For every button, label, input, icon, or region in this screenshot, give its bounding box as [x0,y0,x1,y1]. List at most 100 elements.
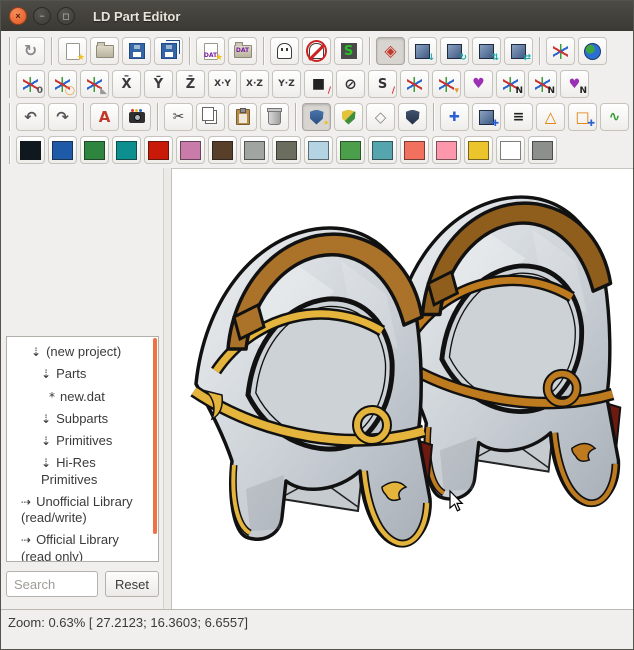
palette-12-salmon-button[interactable] [400,136,429,164]
tree-item[interactable]: ⇣ Parts [7,363,156,385]
move-mode-button[interactable]: ↓ [408,37,437,65]
select-wireframe-button[interactable]: ◇ [366,103,395,131]
manipulator-face-n-button[interactable]: ♥ N [560,70,589,98]
cut-button[interactable]: ✂ [164,103,193,131]
add-vertex-button[interactable]: ✚ [440,103,469,131]
palette-13-pink-button[interactable] [432,136,461,164]
palette-6-brown-button[interactable] [208,136,237,164]
tree-item[interactable]: ⇣ Subparts [7,408,156,430]
tree-item-label: Official Library (read only) [21,532,119,562]
hide-ghost-button[interactable] [302,37,331,65]
manipulator-z-icon: Z̄ [185,76,196,92]
select-filter-button[interactable]: • [302,103,331,131]
reset-button[interactable]: Reset [105,571,159,597]
tree-item[interactable]: ⇣ Hi-Res Primitives [7,452,156,491]
sidebar-splitter[interactable] [164,168,172,609]
palette-16-main-gray-button[interactable] [528,136,557,164]
manipulator-to-surface-button[interactable]: ◣ [80,70,109,98]
add-subfile-button[interactable]: ✚ [472,103,501,131]
tree-item[interactable]: ⇢ Official Library (read only) [7,529,156,562]
manipulator-subfile-button[interactable]: S / [368,70,397,98]
redo-button[interactable]: ↷ [48,103,77,131]
rotate-mode-button[interactable]: ↻ [440,37,469,65]
manipulator-edge-button[interactable]: ▾ [432,70,461,98]
palette-11-turquoise-button[interactable] [368,136,397,164]
toolbar-row-manipulator: 0 ◯ ◣ X̄ Ȳ Z̄ X·Y X·Z Y·Z ■ / ⊘ S / ▾ ♥ N N ♥ N [1,67,633,100]
manipulator-vertex-button[interactable] [400,70,429,98]
search-input[interactable] [6,571,99,597]
manipulator-yz-button[interactable]: Y·Z [272,70,301,98]
manipulator-y-button[interactable]: Ȳ [144,70,173,98]
open-dat-file-button[interactable]: DAT [228,37,257,65]
palette-0-black-button[interactable] [16,136,45,164]
manipulator-yz-icon: Y·Z [278,78,295,89]
add-condline-button[interactable]: ∿ [600,103,629,131]
statusbar: Zoom: 0.63% [ 27.2123; 16.3603; 6.6557] [1,609,633,634]
sync-button[interactable]: ↻ [16,37,45,65]
manipulator-to-origin-button[interactable]: 0 [16,70,45,98]
palette-10-bright-green-button[interactable] [336,136,365,164]
select-solid-button[interactable] [398,103,427,131]
palette-15-white-button[interactable] [496,136,525,164]
tree-item[interactable]: * new.dat [7,386,156,408]
tree-collapsed-icon: ⇢ [21,494,32,509]
open-dat-file-icon: DAT [233,41,252,58]
tree-item[interactable]: ⇣ (new project) [7,341,156,363]
add-triangle-button[interactable]: △ [536,103,565,131]
select-mode-button[interactable]: ◈ [376,37,405,65]
add-quad-button[interactable]: □ ✚ [568,103,597,131]
palette-8-dark-gray-button[interactable] [272,136,301,164]
tree-item[interactable]: ⇣ Primitives [7,430,156,452]
tree-item[interactable]: ⇢ Unofficial Library (read/write) [7,491,156,530]
manipulator-xz-button[interactable]: X·Z [240,70,269,98]
titlebar[interactable]: × − ◻ LD Part Editor [1,1,633,31]
show-ghost-button[interactable] [270,37,299,65]
window-controls: × − ◻ [9,7,75,25]
palette-16-main-gray-icon [532,140,553,160]
new-dat-file-button[interactable]: DAT ★ [196,37,225,65]
manipulator-lock-button[interactable]: ⊘ [336,70,365,98]
local-axes-button[interactable] [546,37,575,65]
global-axes-button[interactable] [578,37,607,65]
manipulator-camera-button[interactable]: ■ / [304,70,333,98]
paste-button[interactable] [228,103,257,131]
palette-9-light-blue-button[interactable] [304,136,333,164]
rotate-mode-badge: ↻ [459,53,467,63]
palette-4-red-button[interactable] [144,136,173,164]
manipulator-xy-button[interactable]: X·Y [208,70,237,98]
manipulator-edge-n-button[interactable]: N [528,70,557,98]
swap-winding-button[interactable]: S [334,37,363,65]
palette-14-yellow-icon [468,140,489,160]
palette-3-teal-button[interactable] [112,136,141,164]
palette-2-green-button[interactable] [80,136,109,164]
open-project-button[interactable] [90,37,119,65]
copy-button[interactable] [196,103,225,131]
palette-7-light-gray-button[interactable] [240,136,269,164]
snapshot-button[interactable] [122,103,151,131]
add-line-button[interactable]: ≡ [504,103,533,131]
combined-mode-button[interactable]: ⇄ [504,37,533,65]
palette-14-yellow-button[interactable] [464,136,493,164]
palette-0-black-icon [20,140,41,160]
delete-button[interactable] [260,103,289,131]
close-button[interactable]: × [9,7,27,25]
new-project-button[interactable]: ★ [58,37,87,65]
manipulator-vertex-n-button[interactable]: N [496,70,525,98]
palette-1-blue-button[interactable] [48,136,77,164]
undo-button[interactable]: ↶ [16,103,45,131]
manipulator-z-button[interactable]: Z̄ [176,70,205,98]
tree-scrollbar[interactable] [153,338,157,534]
delete-icon [267,107,282,125]
minimize-button[interactable]: − [33,7,51,25]
manipulator-x-button[interactable]: X̄ [112,70,141,98]
manipulator-face-button[interactable]: ♥ [464,70,493,98]
measure-button[interactable]: A [90,103,119,131]
scale-mode-button[interactable]: ⇅ [472,37,501,65]
manipulator-to-world-button[interactable]: ◯ [48,70,77,98]
select-same-color-button[interactable] [334,103,363,131]
save-all-button[interactable] [154,37,183,65]
save-button[interactable] [122,37,151,65]
palette-5-dark-pink-button[interactable] [176,136,205,164]
3d-viewport[interactable] [172,168,633,609]
maximize-button[interactable]: ◻ [57,7,75,25]
